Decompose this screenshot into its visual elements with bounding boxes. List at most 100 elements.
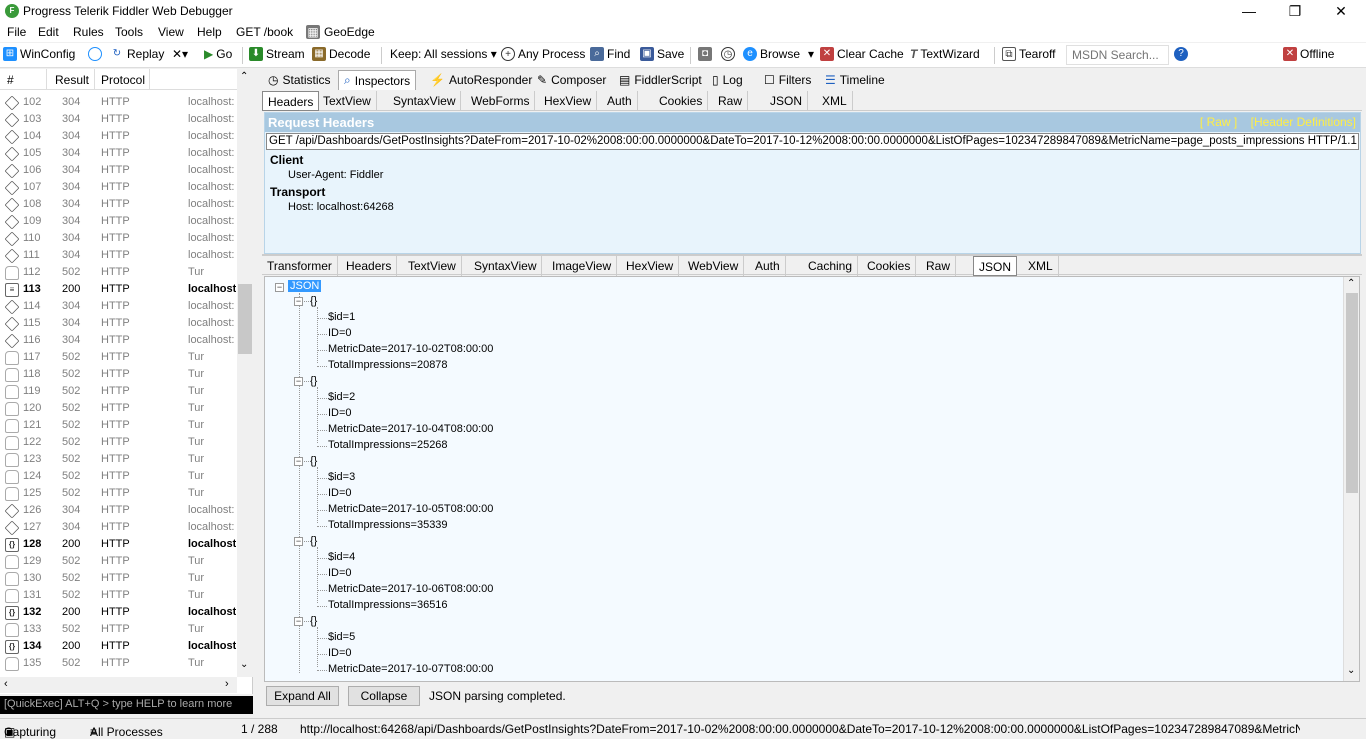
json-field-node[interactable]: $id=1 — [328, 311, 355, 323]
json-object-node[interactable]: {} — [310, 615, 317, 627]
go-button[interactable]: ▶ Go — [204, 47, 232, 61]
session-row[interactable]: 109 304 HTTP localhost: — [0, 213, 237, 230]
offline-button[interactable]: ✕ Offline — [1283, 47, 1334, 61]
json-field-node[interactable]: TotalImpressions=35339 — [328, 519, 448, 531]
req-tab-webforms[interactable]: WebForms — [466, 91, 536, 111]
tree-scroll-thumb[interactable] — [1346, 293, 1358, 493]
session-row[interactable]: {} 132 200 HTTP localhost: — [0, 604, 237, 621]
resp-tab-xml[interactable]: XML — [1023, 256, 1059, 276]
expand-toggle-icon[interactable]: − — [294, 537, 303, 546]
textwizard-button[interactable]: T TextWizard — [910, 47, 980, 61]
msdn-search-input[interactable] — [1066, 45, 1169, 65]
req-tab-cookies[interactable]: Cookies — [654, 91, 709, 111]
session-row[interactable]: 135 502 HTTP Tur — [0, 655, 237, 672]
expand-toggle-icon[interactable]: − — [294, 377, 303, 386]
replay-button[interactable]: ↻ Replay — [110, 47, 164, 61]
session-row[interactable]: 125 502 HTTP Tur — [0, 485, 237, 502]
session-row[interactable]: 123 502 HTTP Tur — [0, 451, 237, 468]
expand-toggle-icon[interactable]: − — [275, 283, 284, 292]
json-object-node[interactable]: {} — [310, 375, 317, 387]
session-list-vscrollbar[interactable]: ⌃ ⌄ — [237, 69, 253, 677]
session-row[interactable]: 120 502 HTTP Tur — [0, 400, 237, 417]
resp-tab-auth[interactable]: Auth — [750, 256, 786, 276]
json-root-node[interactable]: JSON — [288, 280, 322, 292]
scroll-thumb[interactable] — [238, 284, 252, 354]
menu-edit[interactable]: Edit — [38, 25, 59, 39]
resp-tab-transformer[interactable]: Transformer — [262, 256, 338, 276]
resp-tab-webview[interactable]: WebView — [683, 256, 745, 276]
comment-button[interactable] — [88, 47, 102, 61]
session-row[interactable]: 126 304 HTTP localhost: — [0, 502, 237, 519]
scroll-up-icon[interactable]: ⌃ — [240, 71, 248, 82]
save-button[interactable]: ▣ Save — [640, 47, 684, 61]
session-row[interactable]: 117 502 HTTP Tur — [0, 349, 237, 366]
tab-composer[interactable]: ✎ Composer — [532, 70, 611, 90]
session-row[interactable]: 127 304 HTTP localhost: — [0, 519, 237, 536]
session-row[interactable]: 131 502 HTTP Tur — [0, 587, 237, 604]
help-button[interactable]: ? — [1174, 47, 1188, 61]
scroll-left-icon[interactable]: ‹ — [4, 678, 8, 690]
browse-dropdown[interactable]: ▾ — [808, 47, 814, 61]
session-row[interactable]: 114 304 HTTP localhost: — [0, 298, 237, 315]
json-field-node[interactable]: $id=4 — [328, 551, 355, 563]
close-button[interactable]: ✕ — [1318, 0, 1364, 22]
column-protocol[interactable]: Protocol — [101, 73, 145, 87]
json-field-node[interactable]: MetricDate=2017-10-05T08:00:00 — [328, 503, 493, 515]
tree-scroll-up-icon[interactable]: ⌃ — [1347, 278, 1355, 289]
json-field-node[interactable]: ID=0 — [328, 407, 352, 419]
session-row[interactable]: 108 304 HTTP localhost: — [0, 196, 237, 213]
session-row[interactable]: 122 502 HTTP Tur — [0, 434, 237, 451]
tearoff-button[interactable]: ⧉ Tearoff — [1002, 47, 1055, 61]
menu-geoedge[interactable]: ▦ GeoEdge — [306, 25, 375, 39]
expand-toggle-icon[interactable]: − — [294, 297, 303, 306]
json-field-node[interactable]: MetricDate=2017-10-02T08:00:00 — [328, 343, 493, 355]
json-field-node[interactable]: MetricDate=2017-10-06T08:00:00 — [328, 583, 493, 595]
column-id[interactable]: # — [7, 73, 14, 87]
tab-filters[interactable]: ☐ Filters — [759, 70, 816, 90]
session-row[interactable]: 129 502 HTTP Tur — [0, 553, 237, 570]
clear-cache-button[interactable]: ✕ Clear Cache — [820, 47, 904, 61]
session-row[interactable]: 107 304 HTTP localhost: — [0, 179, 237, 196]
resp-tab-syntaxview[interactable]: SyntaxView — [469, 256, 543, 276]
minimize-button[interactable]: — — [1226, 0, 1272, 22]
collapse-button[interactable]: Collapse — [348, 686, 420, 706]
session-row[interactable]: 102 304 HTTP localhost: — [0, 94, 237, 111]
json-field-node[interactable]: TotalImpressions=36516 — [328, 599, 448, 611]
session-row[interactable]: 118 502 HTTP Tur — [0, 366, 237, 383]
json-field-node[interactable]: MetricDate=2017-10-07T08:00:00 — [328, 663, 493, 675]
scroll-right-icon[interactable]: › — [225, 678, 229, 690]
session-row[interactable]: 105 304 HTTP localhost: — [0, 145, 237, 162]
req-tab-json[interactable]: JSON — [765, 91, 809, 111]
any-process-button[interactable]: + Any Process — [501, 47, 585, 61]
maximize-button[interactable]: ❐ — [1272, 0, 1318, 22]
menu-view[interactable]: View — [158, 25, 184, 39]
browse-button[interactable]: e Browse — [743, 47, 800, 61]
menu-help[interactable]: Help — [197, 25, 222, 39]
timer-button[interactable]: ◷ — [721, 47, 735, 61]
req-tab-auth[interactable]: Auth — [602, 91, 638, 111]
quickexec-input[interactable]: [QuickExec] ALT+Q > type HELP to learn m… — [0, 696, 253, 714]
json-object-node[interactable]: {} — [310, 295, 317, 307]
req-tab-textview[interactable]: TextView — [318, 91, 377, 111]
winconfig-button[interactable]: ⊞ WinConfig — [3, 47, 75, 61]
resp-tab-headers[interactable]: Headers — [341, 256, 398, 276]
tab-timeline[interactable]: ☰ Timeline — [820, 70, 890, 90]
session-row[interactable]: 116 304 HTTP localhost: — [0, 332, 237, 349]
json-field-node[interactable]: ID=0 — [328, 487, 352, 499]
session-row[interactable]: 112 502 HTTP Tur — [0, 264, 237, 281]
find-button[interactable]: ⌕ Find — [590, 47, 630, 61]
session-row[interactable]: ≡ 113 200 HTTP localhost: — [0, 281, 237, 298]
session-row[interactable]: 121 502 HTTP Tur — [0, 417, 237, 434]
resp-tab-imageview[interactable]: ImageView — [547, 256, 618, 276]
req-tab-xml[interactable]: XML — [817, 91, 853, 111]
session-row[interactable]: 133 502 HTTP Tur — [0, 621, 237, 638]
session-row[interactable]: {} 128 200 HTTP localhost: — [0, 536, 237, 553]
req-tab-syntaxview[interactable]: SyntaxView — [388, 91, 462, 111]
session-row[interactable]: {} 134 200 HTTP localhost: — [0, 638, 237, 655]
session-row[interactable]: 111 304 HTTP localhost: — [0, 247, 237, 264]
expand-toggle-icon[interactable]: − — [294, 457, 303, 466]
json-field-node[interactable]: ID=0 — [328, 647, 352, 659]
json-tree-scrollbar[interactable]: ⌃ ⌄ — [1343, 277, 1359, 681]
json-field-node[interactable]: $id=5 — [328, 631, 355, 643]
session-row[interactable]: 103 304 HTTP localhost: — [0, 111, 237, 128]
